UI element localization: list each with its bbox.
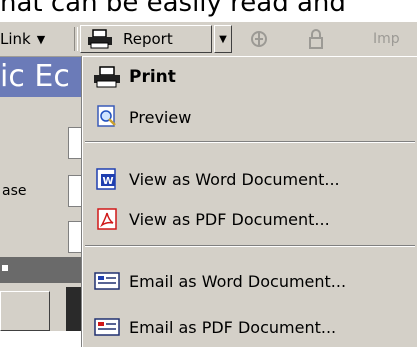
menu-item-label: Print (129, 67, 176, 87)
svg-text:W: W (102, 176, 113, 187)
lock-icon[interactable] (305, 22, 327, 56)
panel-button[interactable] (0, 291, 50, 331)
menu-item-label: Preview (129, 107, 192, 127)
menu-item-label: Email as Word Document... (129, 271, 347, 291)
text-field[interactable] (68, 221, 81, 253)
menu-item-label: View as PDF Document... (129, 209, 330, 229)
report-dropdown-button[interactable]: ▼ (214, 25, 232, 53)
word-doc-icon: W (91, 166, 123, 192)
link-menu[interactable]: Link ▼ (0, 22, 74, 56)
section-bar (0, 257, 88, 283)
menu-separator (85, 245, 415, 247)
menu-item-preview[interactable]: Preview (83, 97, 417, 137)
text-field[interactable] (68, 175, 81, 207)
preview-icon (91, 104, 123, 130)
menu-item-print[interactable]: Print (83, 57, 417, 97)
menu-item-label: Email as PDF Document... (129, 317, 337, 337)
menu-separator (85, 141, 415, 143)
toolbar: Link ▼ Report ▼ Imp (0, 22, 417, 57)
menu-item-view-pdf[interactable]: View as PDF Document... (83, 199, 417, 239)
pdf-doc-icon (91, 206, 123, 232)
menu-item-view-word[interactable]: W View as Word Document... (83, 159, 417, 199)
menu-item-email-pdf[interactable]: Email as PDF Document... (83, 307, 417, 347)
left-panel: ic Ec ase (0, 57, 88, 331)
import-button[interactable]: Imp (373, 22, 400, 56)
import-label: Imp (373, 31, 400, 47)
text-field[interactable] (68, 127, 81, 159)
panel-title-bar: ic Ec (0, 57, 88, 97)
report-label: Report (123, 30, 173, 48)
field-label: ase (2, 183, 27, 199)
toolbar-separator (74, 27, 78, 51)
link-label: Link (0, 30, 31, 48)
scrollbar[interactable] (66, 287, 82, 331)
printer-icon (91, 64, 123, 90)
menu-item-label: View as Word Document... (129, 169, 340, 189)
chevron-down-icon: ▼ (219, 33, 227, 45)
report-dropdown-menu: Print Preview W View as Word Document... (82, 56, 417, 347)
email-word-icon (91, 268, 123, 294)
chevron-down-icon: ▼ (36, 32, 46, 46)
report-button[interactable]: Report (80, 25, 212, 53)
panel-title: ic Ec (0, 59, 70, 94)
background-document-text: hat can be easily read and (0, 0, 417, 22)
bookmark-icon[interactable] (248, 22, 270, 56)
menu-item-email-word[interactable]: Email as Word Document... (83, 261, 417, 301)
printer-icon (88, 29, 112, 49)
email-pdf-icon (91, 314, 123, 340)
